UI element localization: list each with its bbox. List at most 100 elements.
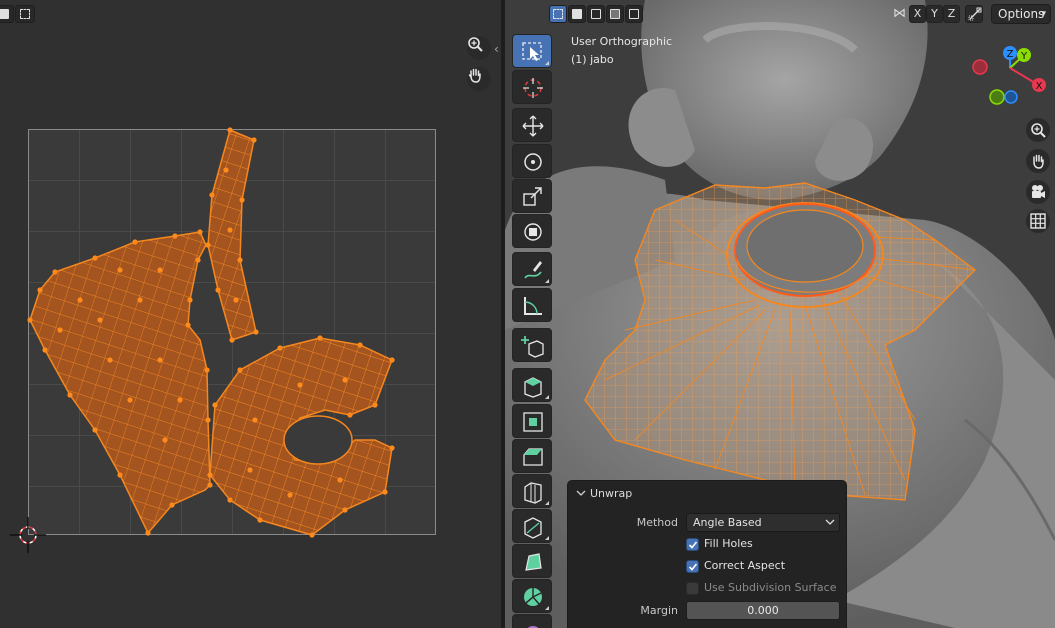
mirror-z-button[interactable]: Z xyxy=(943,5,960,23)
tool-inset-faces[interactable] xyxy=(512,404,552,438)
tool-variants-indicator xyxy=(545,606,549,610)
smooth-icon xyxy=(527,626,539,628)
margin-label: Margin xyxy=(640,604,678,617)
extrude-region-icon xyxy=(524,377,542,398)
camera-view-button[interactable] xyxy=(1026,180,1050,204)
3d-viewport[interactable]: ⋈ X Y Z Options ▾ User Orthographic (1) … xyxy=(505,0,1055,628)
correct-aspect-label: Correct Aspect xyxy=(704,559,786,572)
gizmo-z-label[interactable]: Z xyxy=(1007,49,1014,60)
uv-zoom-button[interactable] xyxy=(467,36,491,60)
zoom-icon xyxy=(468,37,483,52)
uv-island-strip[interactable] xyxy=(205,127,259,343)
mirror-x-button[interactable]: X xyxy=(909,5,926,23)
checkbox-checked[interactable] xyxy=(686,560,699,573)
navigation-gizmo[interactable]: Z Y X xyxy=(967,40,1051,110)
add-cube-icon xyxy=(521,336,544,358)
poly-build-icon xyxy=(525,553,542,571)
chevron-down-icon[interactable] xyxy=(576,489,586,497)
tool-transform[interactable] xyxy=(512,214,552,248)
tool-variants-indicator xyxy=(545,501,549,505)
select-invert-icon xyxy=(610,9,620,19)
tool-knife[interactable] xyxy=(512,509,552,543)
tool-variants-indicator xyxy=(545,279,549,283)
chevron-down-icon xyxy=(825,519,835,525)
tool-add-cube[interactable] xyxy=(512,328,552,362)
scale-icon xyxy=(523,187,542,206)
tool-rotate[interactable] xyxy=(512,144,552,178)
sidebar-toggle-icon[interactable]: ‹ xyxy=(494,42,499,56)
loop-cut-icon xyxy=(524,482,542,504)
margin-field[interactable]: 0.000 xyxy=(686,601,840,620)
uv-island-ring[interactable] xyxy=(207,335,395,538)
bevel-icon xyxy=(523,448,543,466)
tool-measure[interactable] xyxy=(512,288,552,322)
hand-icon xyxy=(1033,154,1044,169)
checkbox-checked[interactable] xyxy=(686,538,699,551)
panel-title[interactable]: Unwrap xyxy=(590,487,632,500)
gizmo-y-label[interactable]: Y xyxy=(1020,51,1028,62)
select-extend-mode-button[interactable] xyxy=(568,5,586,23)
mirror-icon[interactable]: ⋈ xyxy=(893,6,906,21)
fill-holes-label: Fill Holes xyxy=(704,537,753,550)
unwrap-operator-panel[interactable]: Unwrap Method Angle Based Fill Holes Cor… xyxy=(567,480,847,628)
inset-faces-icon xyxy=(523,412,543,432)
select-subtract-mode-button[interactable] xyxy=(587,5,605,23)
select-invert-mode-button[interactable] xyxy=(606,5,624,23)
uv-pan-button[interactable] xyxy=(467,67,491,91)
transform-icon xyxy=(524,223,542,241)
tool-poly-build[interactable] xyxy=(512,544,552,578)
options-label: Options xyxy=(998,7,1045,21)
ortho-toggle-button[interactable] xyxy=(1026,209,1050,233)
zoom-icon xyxy=(1031,123,1046,138)
view-name: User Orthographic xyxy=(571,35,673,48)
tool-spin[interactable] xyxy=(512,579,552,613)
checkbox-unchecked[interactable] xyxy=(686,582,699,595)
tool-bevel[interactable] xyxy=(512,439,552,473)
select-intersect-mode-button[interactable] xyxy=(625,5,643,23)
tool-scale[interactable] xyxy=(512,179,552,213)
grid-icon xyxy=(1030,213,1046,229)
uv-island-collar-left[interactable] xyxy=(27,229,213,536)
snap-icon xyxy=(968,7,982,21)
method-select[interactable]: Angle Based xyxy=(686,513,840,532)
method-label: Method xyxy=(636,516,678,529)
tool-variants-indicator xyxy=(545,536,549,540)
tool-smooth[interactable] xyxy=(512,614,552,628)
measure-icon xyxy=(524,297,542,315)
tool-variants-indicator xyxy=(545,395,549,399)
tool-extrude-region[interactable] xyxy=(512,368,552,402)
checkmark-icon xyxy=(688,563,698,571)
tool-move[interactable] xyxy=(512,108,552,142)
viewport-zoom-button[interactable] xyxy=(1026,118,1050,142)
rotate-icon xyxy=(524,153,542,171)
tool-annotate[interactable] xyxy=(512,252,552,286)
method-value: Angle Based xyxy=(693,516,762,529)
tool-loop-cut[interactable] xyxy=(512,474,552,508)
tool-cursor[interactable] xyxy=(512,70,552,104)
select-box-icon xyxy=(522,42,542,61)
options-dropdown[interactable]: Options ▾ xyxy=(991,4,1051,24)
blender-window: ‹ ⋈ X Y Z Options ▾ User Orthographic (1… xyxy=(0,0,1055,628)
tool-select-box[interactable] xyxy=(512,34,552,68)
move-icon xyxy=(522,115,544,137)
object-label: (1) jabo xyxy=(571,53,614,66)
uv-2d-cursor[interactable] xyxy=(10,517,46,553)
select-extend-icon xyxy=(572,9,582,19)
select-box-icon xyxy=(553,9,563,19)
hand-icon xyxy=(468,68,481,83)
snap-button[interactable] xyxy=(965,5,983,23)
use-subdivision-label: Use Subdivision Surface xyxy=(704,581,837,594)
viewport-pan-button[interactable] xyxy=(1026,149,1050,173)
spin-icon xyxy=(524,588,542,606)
select-box-mode-button[interactable] xyxy=(549,5,567,23)
gizmo-x-label[interactable]: X xyxy=(1036,81,1043,92)
uv-editor[interactable]: ‹ xyxy=(0,0,501,628)
select-intersect-icon xyxy=(629,9,639,19)
select-subtract-icon xyxy=(591,9,601,19)
uv-islands[interactable] xyxy=(0,0,501,628)
cursor-icon xyxy=(523,78,543,98)
camera-icon xyxy=(1032,185,1045,198)
mirror-y-button[interactable]: Y xyxy=(926,5,943,23)
checkmark-icon xyxy=(688,541,698,549)
tool-variants-indicator xyxy=(545,61,549,65)
